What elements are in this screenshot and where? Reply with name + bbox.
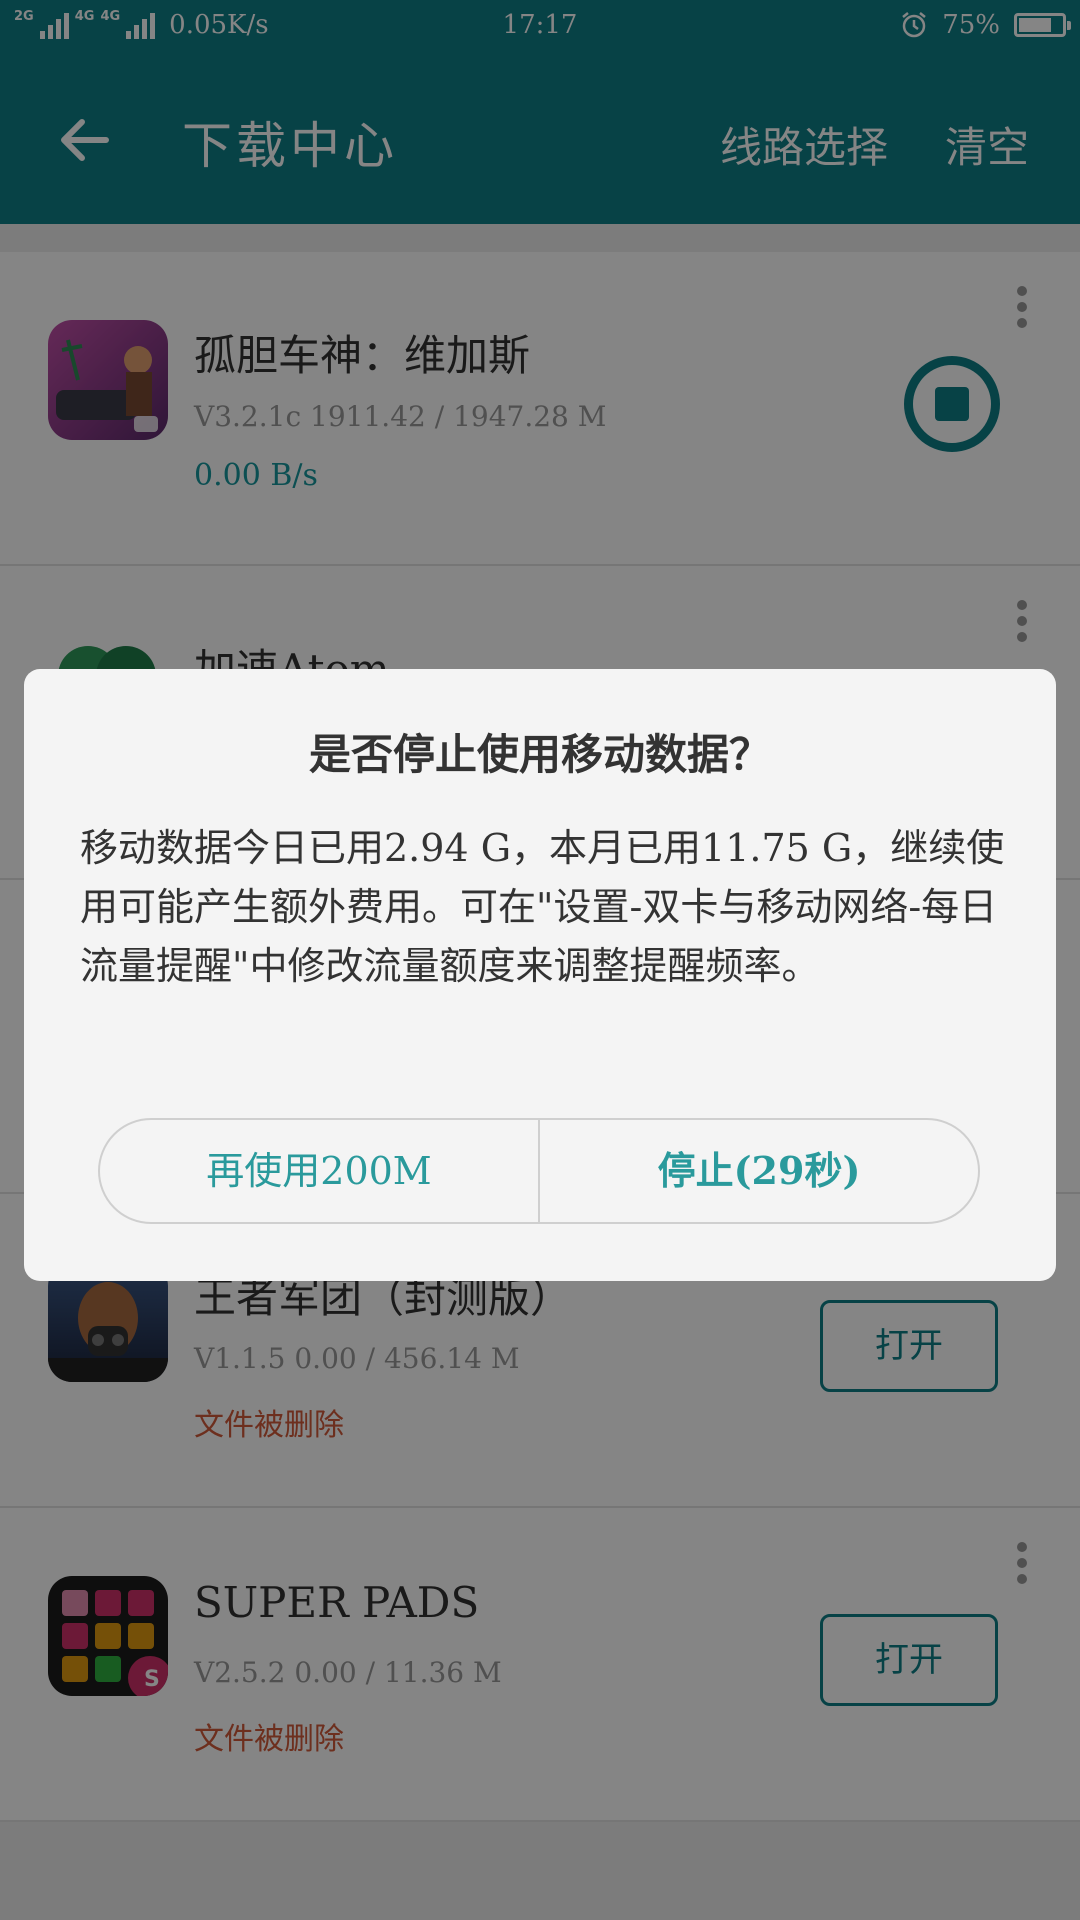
- dialog-message: 移动数据今日已用2.94 G，本月已用11.75 G，继续使用可能产生额外费用。…: [80, 826, 1005, 988]
- dialog-button-group: 再使用200M 停止(29秒): [98, 1118, 980, 1224]
- dialog-title: 是否停止使用移动数据？: [308, 730, 771, 779]
- mobile-data-dialog: 是否停止使用移动数据？ 移动数据今日已用2.94 G，本月已用11.75 G，继…: [24, 669, 1056, 1281]
- stop-button[interactable]: 停止(29秒): [540, 1120, 978, 1222]
- use-200m-button[interactable]: 再使用200M: [100, 1120, 538, 1222]
